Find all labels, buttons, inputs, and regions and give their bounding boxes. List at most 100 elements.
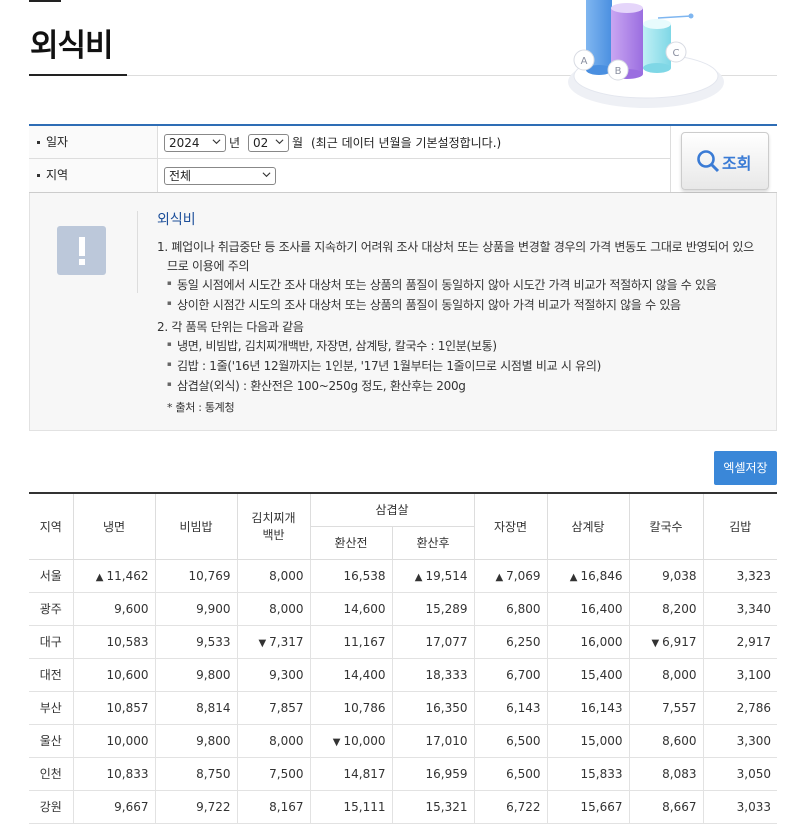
price-cell: ▲ 19,514 [391,558,475,593]
price-value: 8,000 [662,667,697,682]
price-value: 17,010 [425,733,468,748]
header-samgyetang: 삼계탕 [546,492,630,560]
price-cell: 10,583 [72,624,156,659]
price-value: 15,400 [580,667,623,682]
price-value: 3,033 [736,799,771,814]
price-value: 7,317 [269,634,304,649]
price-value: 3,100 [736,667,771,682]
price-cell: 9,600 [72,591,156,626]
date-row: 일자 2024 년 02 월 (최근 데이터 년월을 기본설정합니다.) [29,126,671,159]
price-value: 8,200 [662,601,697,616]
chevron-down-icon [212,139,221,145]
price-value: 9,900 [196,601,231,616]
query-button-label: 조회 [722,154,752,173]
month-select[interactable]: 02 [248,134,289,152]
price-cell: 8,167 [236,789,311,824]
price-value: 14,400 [343,667,386,682]
price-cell: 3,340 [702,591,777,626]
table-row: 부산 10,857 8,814 7,857 10,786 16,350 6,143 16,14… [29,690,777,725]
price-cell: 7,500 [236,756,311,791]
price-cell: 8,000 [236,558,311,593]
notice-line: 므로 이용에 주의 [167,259,250,273]
price-cell: 11,167 [309,624,393,659]
price-value: 15,833 [580,766,623,781]
region-label-cell: 지역 [29,159,158,192]
cylinder-label-a: A [581,56,588,67]
notice-source: * 출처 : 통계청 [167,401,235,414]
excel-save-button[interactable]: 엑셀저장 [714,451,777,485]
table-body: 서울 ▲ 11,462 10,769 8,000 16,538 ▲ 19,514 ▲ 7,069 ▲… [29,558,777,824]
price-value: 6,500 [506,766,541,781]
price-cell: 3,323 [702,558,777,593]
notice-panel: 외식비 1. 폐업이나 취급중단 등 조사를 지속하기 어려워 조사 대상처 또… [29,193,777,431]
header-bibimbap: 비빔밥 [154,492,238,560]
price-value: 17,077 [425,634,468,649]
price-cell: 14,400 [309,657,393,692]
price-cell: 6,500 [473,723,548,758]
price-value: 6,800 [506,601,541,616]
price-value: 6,250 [506,634,541,649]
table-row: 울산 10,000 9,800 8,000 ▼ 10,000 17,010 6,500 15,0… [29,723,777,758]
notice-line: 1. 폐업이나 취급중단 등 조사를 지속하기 어려워 조사 대상처 또는 상품… [157,240,754,254]
price-value: 16,350 [425,700,468,715]
price-value: 16,959 [425,766,468,781]
price-cell: 7,557 [628,690,704,725]
region-select[interactable]: 전체 [164,167,276,185]
price-value: 14,817 [343,766,386,781]
price-value: 2,786 [736,700,771,715]
price-value: 11,462 [106,568,149,583]
price-value: 6,722 [506,799,541,814]
title-underline [29,74,127,76]
price-value: 8,000 [269,601,304,616]
price-value: 7,500 [269,766,304,781]
price-value: 10,000 [343,733,386,748]
price-value: 9,667 [114,799,149,814]
price-cell: 9,038 [628,558,704,593]
price-cell: 7,857 [236,690,311,725]
price-cell: 16,350 [391,690,475,725]
price-cell: 15,111 [309,789,393,824]
price-cell: 8,667 [628,789,704,824]
bullet-icon [37,141,40,144]
cylinder-label-c: C [673,48,680,59]
price-value: 6,700 [506,667,541,682]
price-value: 7,069 [506,568,541,583]
notice-subline: 냉면, 비빔밥, 김치찌개백반, 자장면, 삼계탕, 칼국수 : 1인분(보통) [167,337,497,354]
price-value: 16,143 [580,700,623,715]
price-cell: 8,200 [628,591,704,626]
price-value: 9,038 [662,568,697,583]
price-value: 15,111 [343,799,386,814]
search-icon [697,150,720,173]
year-select-value: 2024 [169,136,200,150]
price-cell: 8,814 [154,690,238,725]
exclamation-bar [79,237,85,256]
price-cell: 10,000 [72,723,156,758]
price-cell: 8,000 [628,657,704,692]
header-kimchi-line2: 백반 [262,528,285,543]
price-cell: 15,289 [391,591,475,626]
notice-subline: 삼겹살(외식) : 환산전은 100~250g 정도, 환산후는 200g [167,377,466,394]
notice-title: 외식비 [157,212,196,228]
triangle-up-icon: ▲ [95,571,104,583]
price-cell: 15,000 [546,723,630,758]
header-kimchi-line1: 김치찌개 [251,511,296,526]
price-cell: 3,300 [702,723,777,758]
region-label: 지역 [46,168,69,182]
price-cell: 18,333 [391,657,475,692]
year-unit: 년 [229,136,241,150]
title-top-bar [29,0,61,2]
price-value: 16,400 [580,601,623,616]
price-value: 9,800 [196,667,231,682]
exclamation-icon [57,226,106,275]
price-value: 8,000 [269,568,304,583]
price-value: 7,557 [662,700,697,715]
price-cell: 3,050 [702,756,777,791]
price-cell: 6,250 [473,624,548,659]
query-button[interactable]: 조회 [681,132,769,190]
region-cell: 광주 [29,591,74,626]
year-select[interactable]: 2024 [164,134,226,152]
price-cell: 3,033 [702,789,777,824]
header-naengmyeon: 냉면 [72,492,156,560]
price-value: 8,000 [269,733,304,748]
price-cell: 15,833 [546,756,630,791]
